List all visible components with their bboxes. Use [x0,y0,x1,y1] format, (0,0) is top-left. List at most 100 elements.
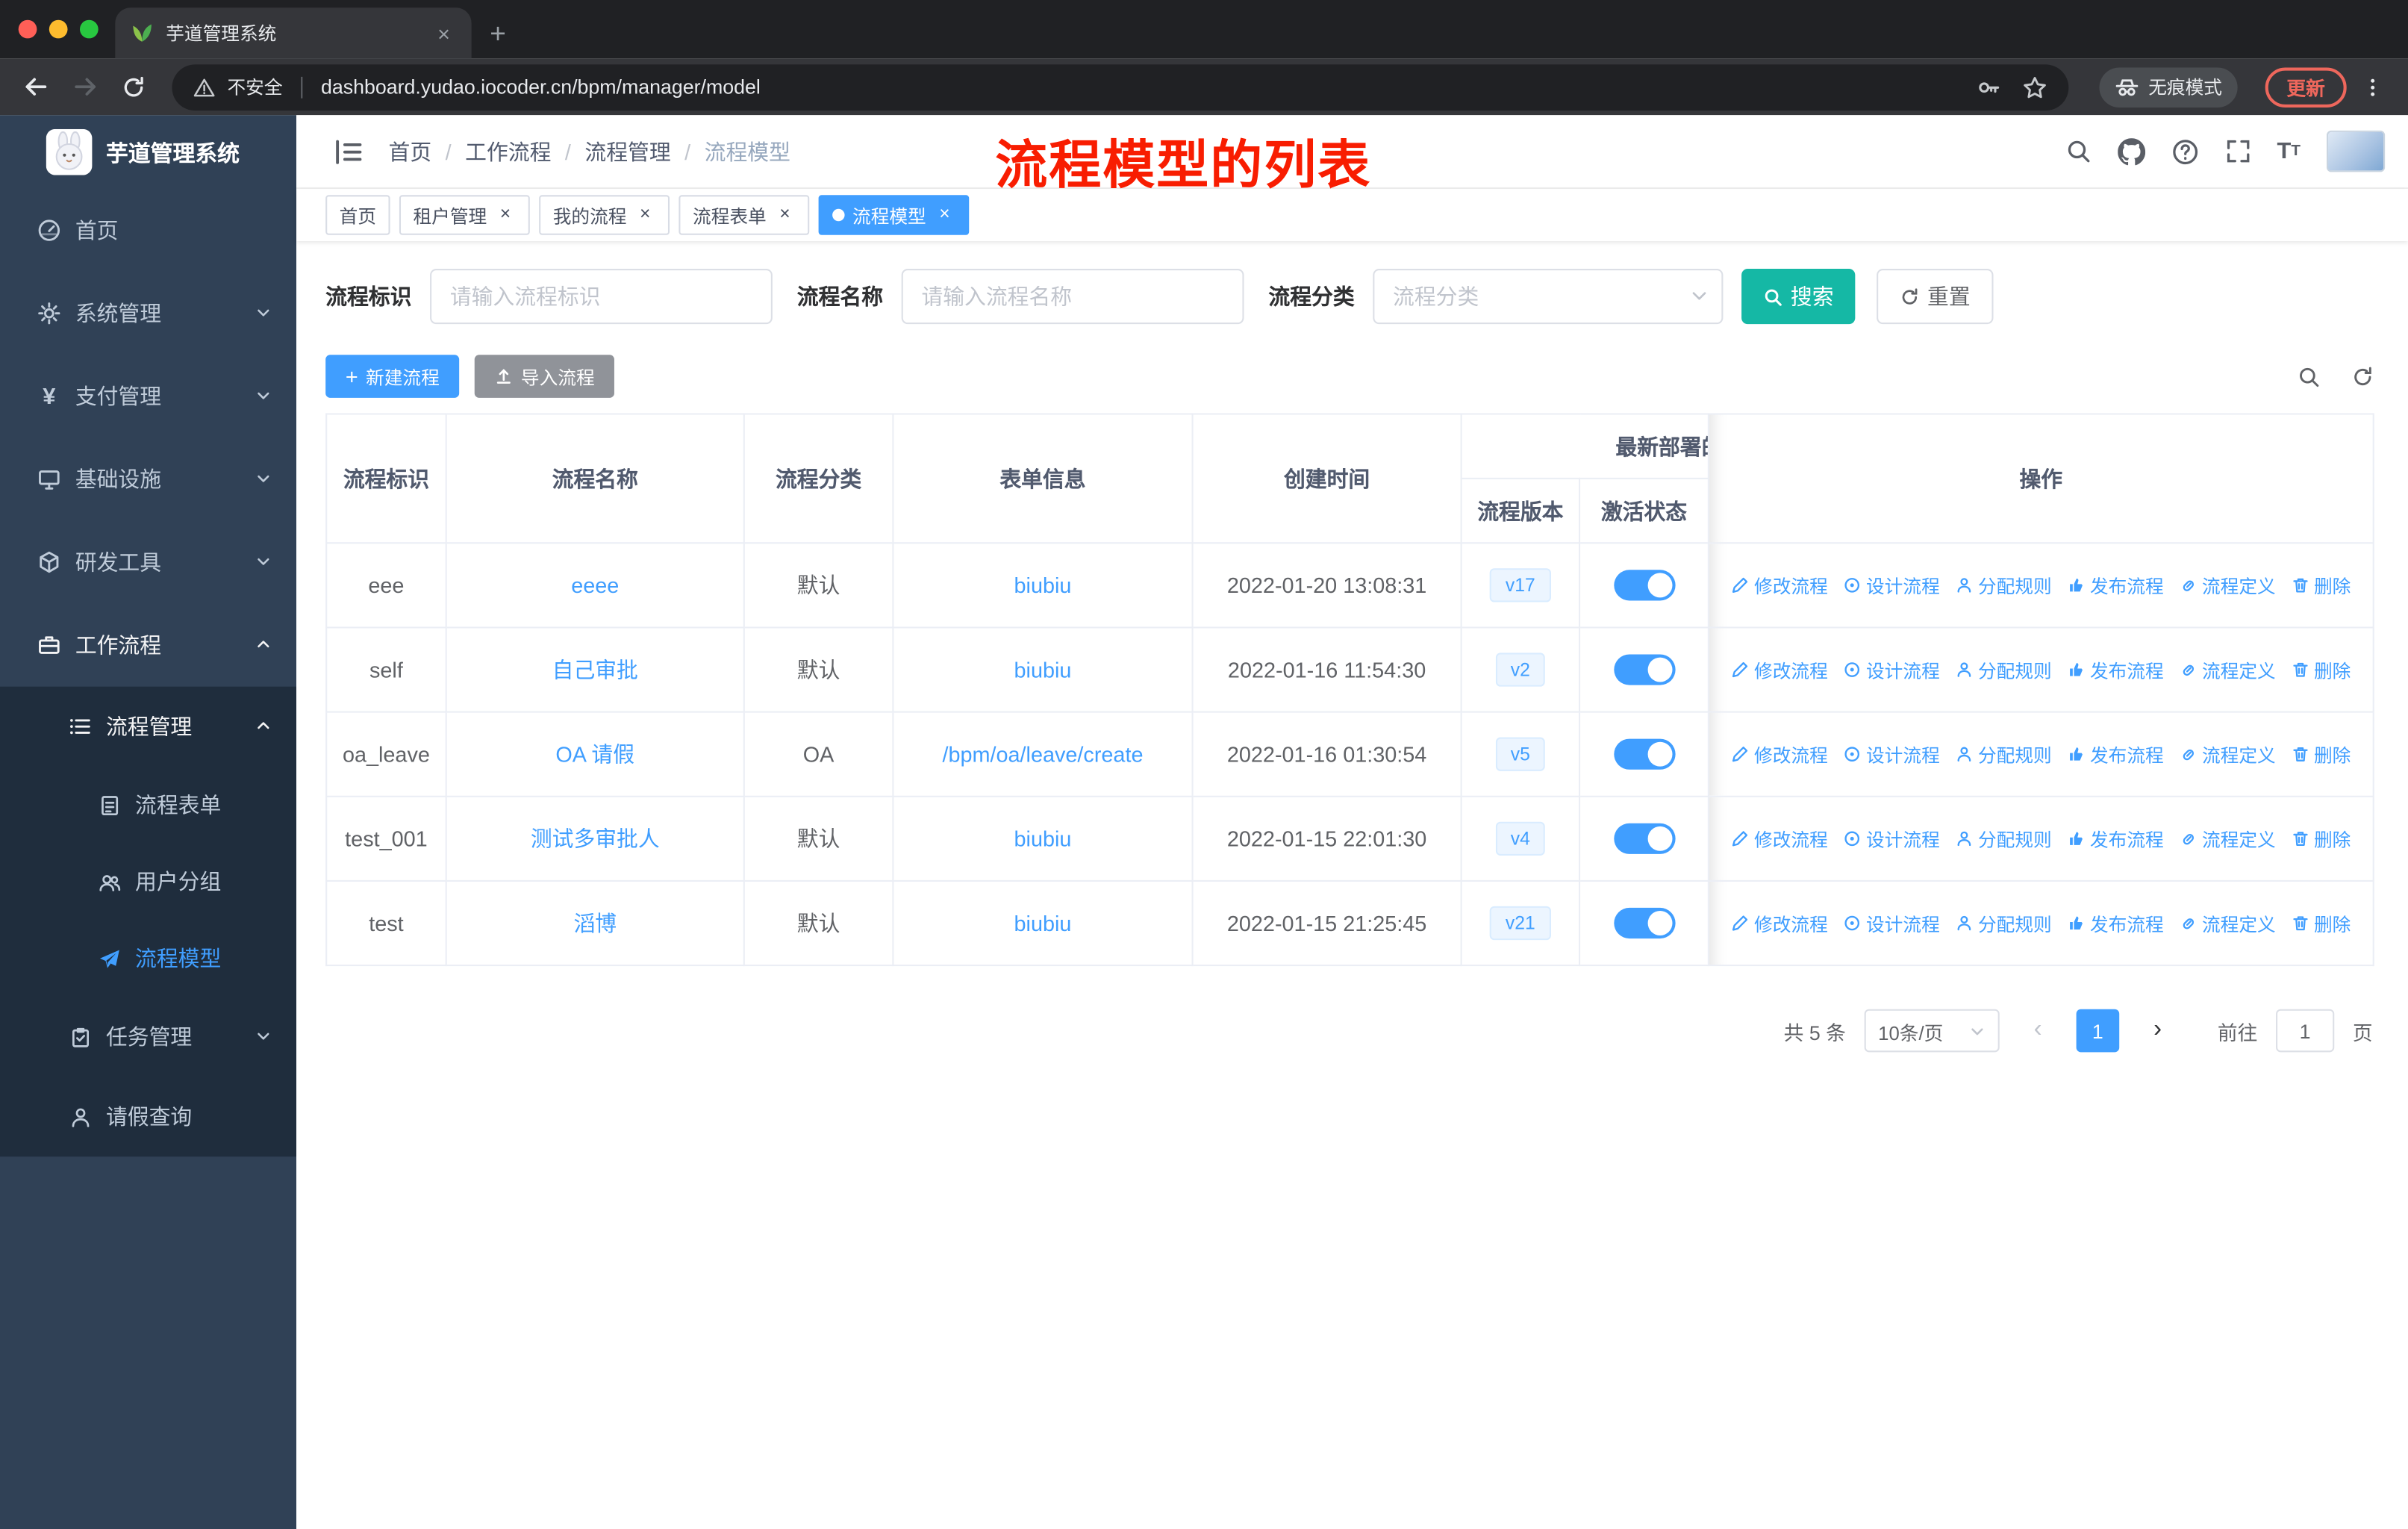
assign-rule-link[interactable]: 分配规则 [1955,573,2052,599]
design-process-link[interactable]: 设计流程 [1843,741,1940,767]
process-definition-link[interactable]: 流程定义 [2179,657,2276,683]
sidebar-item-leave-query[interactable]: 请假查询 [0,1077,296,1156]
close-icon[interactable]: × [495,204,517,226]
sidebar-item-process-management[interactable]: 流程管理 [0,687,296,767]
active-toggle[interactable] [1613,823,1675,854]
font-size-icon[interactable]: TT [2277,138,2301,164]
breadcrumb-process-management[interactable]: 流程管理 [584,136,670,166]
process-name-link[interactable]: 自己审批 [552,658,638,682]
tag-process-model[interactable]: 流程模型 × [818,195,970,235]
delete-link[interactable]: 删除 [2291,911,2351,937]
tag-home[interactable]: 首页 [325,195,390,235]
close-window-button[interactable] [18,19,37,39]
browser-update-button[interactable]: 更新 [2265,66,2347,107]
modify-process-link[interactable]: 修改流程 [1731,911,1828,937]
new-tab-button[interactable]: + [490,20,506,48]
fullscreen-icon[interactable] [2225,138,2251,164]
page-size-select[interactable]: 10条/页 [1864,1009,2000,1053]
modify-process-link[interactable]: 修改流程 [1731,657,1828,683]
collapse-menu-icon[interactable] [333,136,364,166]
breadcrumb-workflow[interactable]: 工作流程 [465,136,551,166]
modify-process-link[interactable]: 修改流程 [1731,573,1828,599]
process-id-input[interactable] [430,269,773,325]
logo[interactable]: 芋道管理系统 [0,115,296,189]
bookmark-star-icon[interactable] [2023,75,2047,99]
help-icon[interactable] [2171,137,2199,165]
active-toggle[interactable] [1613,654,1675,685]
publish-process-link[interactable]: 发布流程 [2067,826,2164,853]
active-toggle[interactable] [1613,738,1675,770]
process-definition-link[interactable]: 流程定义 [2179,741,2276,767]
form-info-link[interactable]: biubiu [1014,658,1072,682]
publish-process-link[interactable]: 发布流程 [2067,573,2164,599]
prev-page-button[interactable]: ‹ [2018,1009,2058,1053]
github-icon[interactable] [2117,137,2145,165]
process-name-input[interactable] [901,269,1244,325]
sidebar-item-process-form[interactable]: 流程表单 [0,767,296,844]
tab-close-icon[interactable]: × [431,21,456,46]
version-badge[interactable]: v2 [1495,652,1546,688]
assign-rule-link[interactable]: 分配规则 [1955,741,2052,767]
version-badge[interactable]: v17 [1490,567,1551,602]
tag-process-form[interactable]: 流程表单 × [679,195,810,235]
sidebar-item-home[interactable]: 首页 [0,189,296,272]
refresh-icon[interactable] [2351,365,2374,388]
close-icon[interactable]: × [774,204,796,226]
process-name-link[interactable]: 滔博 [573,911,617,935]
sidebar-item-devtools[interactable]: 研发工具 [0,520,296,603]
reset-button[interactable]: 重置 [1877,269,1994,325]
close-icon[interactable]: × [634,204,656,226]
process-category-value[interactable] [1373,269,1724,325]
delete-link[interactable]: 删除 [2291,657,2351,683]
browser-tab[interactable]: 芋道管理系统 × [115,7,472,59]
sidebar-item-task-management[interactable]: 任务管理 [0,997,296,1077]
sidebar-item-infrastructure[interactable]: 基础设施 [0,437,296,520]
process-definition-link[interactable]: 流程定义 [2179,911,2276,937]
modify-process-link[interactable]: 修改流程 [1731,826,1828,853]
version-badge[interactable]: v5 [1495,737,1546,772]
user-avatar[interactable] [2326,130,2386,172]
next-page-button[interactable]: › [2137,1009,2178,1053]
design-process-link[interactable]: 设计流程 [1843,826,1940,853]
import-process-button[interactable]: 导入流程 [475,355,615,398]
tag-tenant[interactable]: 租户管理 × [399,195,530,235]
show-search-icon[interactable] [2298,365,2321,388]
delete-link[interactable]: 删除 [2291,826,2351,853]
process-definition-link[interactable]: 流程定义 [2179,826,2276,853]
process-name-link[interactable]: 测试多审批人 [531,826,660,851]
forward-icon[interactable] [64,66,104,106]
goto-page-input[interactable] [2276,1009,2335,1053]
reload-icon[interactable] [113,66,153,106]
form-info-link[interactable]: biubiu [1014,911,1072,935]
create-process-button[interactable]: + 新建流程 [325,355,460,398]
sidebar-item-payment[interactable]: ¥ 支付管理 [0,355,296,437]
process-name-link[interactable]: eeee [571,573,619,597]
process-definition-link[interactable]: 流程定义 [2179,573,2276,599]
version-badge[interactable]: v4 [1495,821,1546,856]
form-info-link[interactable]: /bpm/oa/leave/create [942,742,1143,767]
publish-process-link[interactable]: 发布流程 [2067,911,2164,937]
form-info-link[interactable]: biubiu [1014,826,1072,851]
sidebar-item-process-model[interactable]: 流程模型 [0,920,296,997]
process-category-select[interactable] [1373,269,1724,325]
assign-rule-link[interactable]: 分配规则 [1955,826,2052,853]
maximize-window-button[interactable] [79,19,99,39]
delete-link[interactable]: 删除 [2291,573,2351,599]
password-key-icon[interactable] [1977,75,2001,99]
browser-menu-icon[interactable] [2362,76,2383,98]
page-number-current[interactable]: 1 [2076,1009,2120,1053]
delete-link[interactable]: 删除 [2291,741,2351,767]
process-name-link[interactable]: OA 请假 [555,742,634,767]
sidebar-item-system[interactable]: 系统管理 [0,272,296,355]
design-process-link[interactable]: 设计流程 [1843,573,1940,599]
version-badge[interactable]: v21 [1490,906,1551,941]
address-bar[interactable]: 不安全 dashboard.yudao.iocoder.cn/bpm/manag… [172,63,2069,110]
design-process-link[interactable]: 设计流程 [1843,657,1940,683]
breadcrumb-home[interactable]: 首页 [389,136,432,166]
assign-rule-link[interactable]: 分配规则 [1955,657,2052,683]
sidebar-item-workflow[interactable]: 工作流程 [0,604,296,687]
active-toggle[interactable] [1613,907,1675,939]
active-toggle[interactable] [1613,570,1675,601]
sidebar-item-user-group[interactable]: 用户分组 [0,844,296,921]
search-button[interactable]: 搜索 [1741,269,1856,325]
